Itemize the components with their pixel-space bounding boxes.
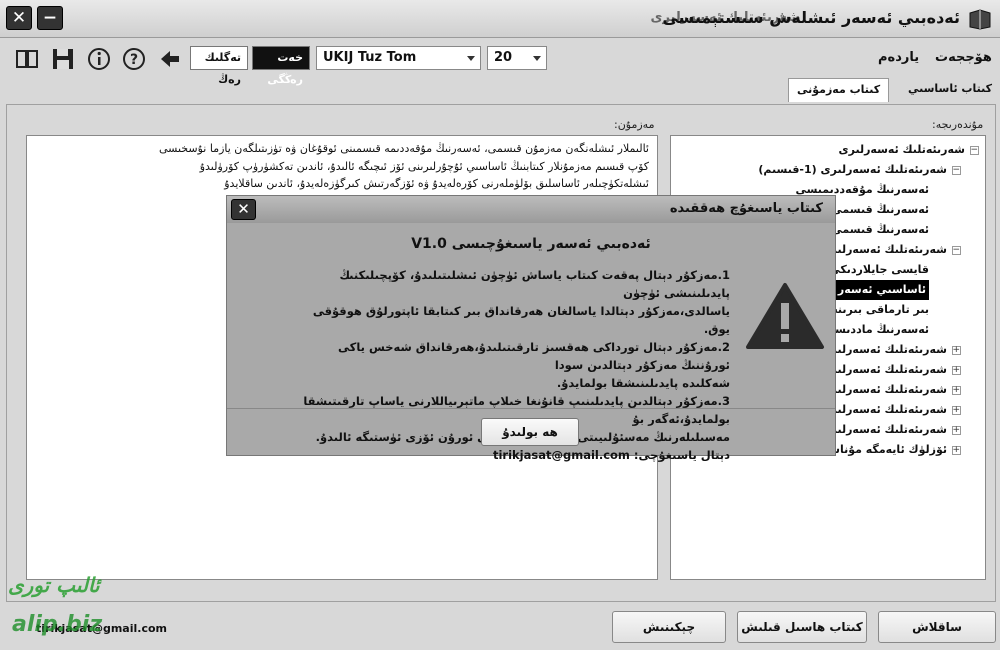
expand-icon[interactable]: +: [952, 366, 961, 375]
chevron-down-icon: [467, 56, 475, 61]
dialog-line: 1.مەزكۇر دېتال پەقەت كىتاب ياساش ئۈچۈن ئ…: [339, 268, 730, 300]
font-size-value: 20: [494, 50, 513, 65]
tree-node[interactable]: ئاساسىي ئەسەر: [834, 280, 929, 300]
dialog-close-button[interactable]: ✕: [231, 199, 256, 220]
expand-icon[interactable]: +: [952, 406, 961, 415]
tree-node[interactable]: شەرىئەتلىك ئەسەرلىرى: [821, 360, 947, 380]
help-icon[interactable]: ?: [121, 46, 147, 72]
collapse-icon[interactable]: −: [952, 166, 961, 175]
dialog-ok-button[interactable]: ھە بولىدۇ: [481, 418, 579, 446]
window-title: ئەدەبىي ئەسەر ئىشلەش سىستېمىسى: [662, 8, 960, 27]
open-book-icon[interactable]: [14, 46, 40, 72]
tab-book-content[interactable]: كىتاب مەزمۇنى: [788, 78, 890, 102]
expand-icon[interactable]: +: [952, 426, 961, 435]
text-line: ئىشلەتكۈچىلەر ئاساسلىق بۆلۈملەرنى كۆرەلە…: [224, 177, 649, 190]
save-button[interactable]: ساقلاش: [878, 611, 996, 643]
menu-help[interactable]: ياردەم: [878, 50, 919, 65]
tree-node[interactable]: شەرىئەتلىك ئەسەرلىرى: [821, 420, 947, 440]
font-family-select[interactable]: UKIJ Tuz Tom: [316, 46, 481, 70]
watermark-text: ئالىپ تورى: [8, 573, 100, 597]
text-color-button[interactable]: خەت رەڭگى: [252, 46, 310, 86]
back-arrow-icon[interactable]: [157, 46, 183, 72]
tree-node[interactable]: ئەسەرنىڭ ماددىسى: [824, 320, 929, 340]
dialog-line: دېتال ياسىغۇچى: tirikjasat@gmail.com: [492, 448, 730, 462]
dialog-line: 2.مەزكۇر دېتال تورداكى ھەقسىز تارقىتىلىد…: [338, 340, 730, 372]
content-label: مەزمۇن:: [614, 118, 655, 131]
exit-button[interactable]: چېكىنىش: [612, 611, 726, 643]
minimize-window-button[interactable]: −: [37, 6, 63, 30]
expand-icon[interactable]: +: [952, 446, 961, 455]
background-color-button[interactable]: تەگلىك رەڭ: [190, 46, 248, 86]
generate-book-button[interactable]: كىتاب ھاسىل قىلىش: [737, 611, 867, 643]
svg-text:?: ?: [130, 52, 138, 68]
tree-node[interactable]: شەرىئەتلىك ئەسەرلىرى: [839, 140, 965, 160]
info-icon[interactable]: [86, 46, 112, 72]
save-disk-icon[interactable]: [50, 46, 76, 72]
toolbar: ? تەگلىك رەڭ خەت رەڭگى UKIJ Tuz Tom 20 ي…: [0, 38, 1000, 86]
dialog-heading: ئەدەبىي ئەسەر ياسىغۇچىسى V1.0: [411, 236, 651, 252]
dialog-title-bar: ✕ كىتاب ياسىغۇچ ھەققىدە: [227, 196, 835, 223]
text-line: ئالىملار ئىشلەنگەن مەزمۇن قىسمى، ئەسەرنى…: [158, 142, 649, 155]
title-bar: ✕ − شەرىئەتلىك ئەسەرلىرى ئەدەبىي ئەسەر ئ…: [0, 0, 1000, 38]
about-dialog: ✕ كىتاب ياسىغۇچ ھەققىدە ئەدەبىي ئەسەر يا…: [226, 195, 836, 462]
tree-node[interactable]: شەرىئەتلىك ئەسەرلىرى: [821, 400, 947, 420]
font-family-value: UKIJ Tuz Tom: [323, 50, 417, 65]
dialog-line: شەكلىدە پايدىلىنىشقا بولمايدۇ.: [556, 376, 730, 390]
text-line: كۆپ قىسىم مەزمۇنلار كىتابنىڭ ئاساسىي ئۇچ…: [199, 159, 649, 173]
tab-strip: كىتاب ئاساسىي ئۇچۇرلىرى كىتاب مەزمۇنى: [0, 78, 1000, 117]
tree-node[interactable]: قايسى جايلاردىكى: [829, 260, 929, 280]
collapse-icon[interactable]: −: [952, 246, 961, 255]
book-icon: [969, 9, 991, 30]
dialog-separator: [227, 408, 835, 409]
dialog-line: ياسالدى،مەزكۇر دېتالدا ياسالغان ھەرقاندا…: [312, 304, 730, 336]
warning-icon: [746, 283, 824, 349]
catalog-label: مۇندەرىجە:: [932, 118, 984, 131]
font-size-select[interactable]: 20: [487, 46, 547, 70]
expand-icon[interactable]: +: [952, 346, 961, 355]
menu-file[interactable]: ھۆججەت: [935, 50, 992, 65]
collapse-icon[interactable]: −: [970, 146, 979, 155]
chevron-down-icon: [533, 56, 541, 61]
close-window-button[interactable]: ✕: [6, 6, 32, 30]
expand-icon[interactable]: +: [952, 386, 961, 395]
tab-basic-info[interactable]: كىتاب ئاساسىي ئۇچۇرلىرى: [872, 78, 1000, 117]
tree-node[interactable]: شەرىئەتلىك ئەسەرلىرى: [821, 380, 947, 400]
tree-node[interactable]: شەرىئەتلىك ئەسەرلىرى (1-قىسىم): [758, 160, 947, 180]
watermark-logo: alip.biz: [12, 612, 103, 637]
tree-node[interactable]: شەرىئەتلىك ئەسەرلىرى: [821, 340, 947, 360]
dialog-title: كىتاب ياسىغۇچ ھەققىدە: [669, 201, 823, 216]
